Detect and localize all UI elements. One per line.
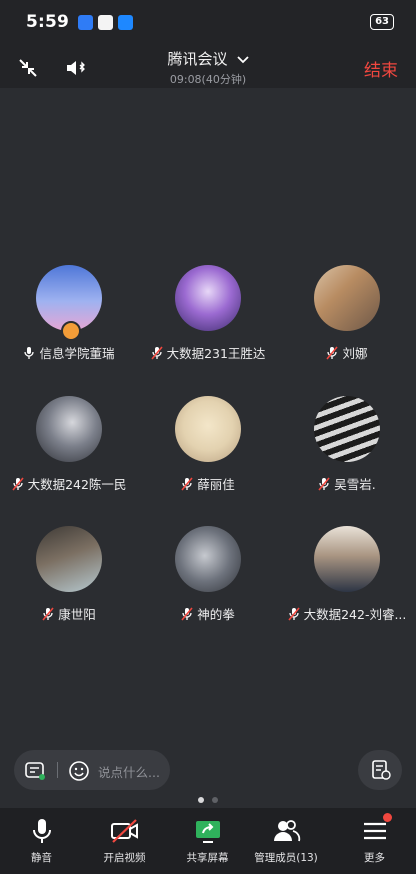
page-dot-active bbox=[198, 797, 204, 803]
participant-name: 刘娜 bbox=[342, 346, 368, 361]
mic-muted-icon bbox=[150, 345, 163, 360]
meeting-title[interactable]: 腾讯会议 bbox=[167, 50, 227, 68]
meeting-title-area[interactable]: 腾讯会议 09:08(40分钟) bbox=[0, 48, 416, 87]
page-indicator bbox=[0, 797, 416, 803]
meeting-header: 腾讯会议 09:08(40分钟) 结束 bbox=[0, 46, 416, 88]
mic-muted-icon bbox=[287, 606, 300, 621]
participant-tile[interactable]: 吴雪岩. bbox=[278, 396, 416, 493]
participant-name-row: 大数据242-刘睿... bbox=[278, 604, 416, 623]
messenger-app-icon bbox=[118, 15, 133, 30]
mic-muted-icon bbox=[181, 606, 193, 621]
chevron-down-icon[interactable] bbox=[236, 55, 249, 65]
chat-input-bar[interactable]: 说点什么... bbox=[14, 750, 170, 790]
participant-name-row: 吴雪岩. bbox=[278, 474, 416, 493]
mic-on-icon bbox=[24, 346, 35, 359]
participant-tile[interactable]: 康世阳 bbox=[0, 526, 138, 623]
meeting-duration: 09:08(40分钟) bbox=[169, 73, 247, 86]
more-label: 更多 bbox=[364, 852, 385, 864]
meeting-notes-button[interactable] bbox=[358, 750, 402, 790]
participant-name-row: 薛丽佳 bbox=[139, 474, 277, 493]
page-dot bbox=[212, 797, 218, 803]
more-button[interactable]: 更多 bbox=[333, 808, 416, 874]
avatar bbox=[314, 396, 380, 462]
avatar bbox=[175, 396, 241, 462]
status-time: 5:59 bbox=[26, 12, 70, 32]
microphone-icon bbox=[32, 819, 51, 843]
tencent-meeting-app-icon bbox=[78, 15, 93, 30]
avatar bbox=[36, 396, 102, 462]
participant-tile[interactable]: 大数据242-刘睿... bbox=[278, 526, 416, 623]
mute-button[interactable]: 静音 bbox=[0, 808, 83, 874]
manage-members-label: 管理成员(13) bbox=[254, 852, 318, 864]
participant-name: 大数据242-刘睿... bbox=[303, 607, 407, 622]
chat-divider bbox=[57, 762, 58, 778]
participant-name: 信息学院董瑞 bbox=[39, 346, 115, 361]
notification-dot bbox=[382, 813, 392, 822]
participant-name: 大数据242陈一民 bbox=[27, 477, 127, 492]
manage-members-button[interactable]: 管理成员(13) bbox=[249, 808, 323, 874]
bottom-toolbar: 静音 开启视频 共享屏幕 管理成员(13) 更多 bbox=[0, 808, 416, 874]
emoji-icon[interactable] bbox=[68, 760, 90, 782]
notes-icon bbox=[372, 760, 391, 780]
chat-list-icon[interactable] bbox=[24, 760, 46, 782]
participant-name: 吴雪岩. bbox=[334, 477, 376, 492]
participant-name-row: 大数据242陈一民 bbox=[0, 474, 138, 493]
mic-muted-icon bbox=[11, 476, 24, 491]
participant-tile[interactable]: 薛丽佳 bbox=[139, 396, 277, 493]
share-screen-button[interactable]: 共享屏幕 bbox=[166, 808, 249, 874]
video-off-icon bbox=[110, 819, 138, 843]
participant-name: 薛丽佳 bbox=[197, 477, 235, 492]
participant-name: 神的拳 bbox=[197, 607, 235, 622]
participant-name-row: 信息学院董瑞 bbox=[0, 343, 138, 362]
participant-name: 康世阳 bbox=[58, 607, 96, 622]
status-app-icons bbox=[78, 15, 133, 30]
start-video-label: 开启视频 bbox=[103, 852, 146, 864]
participant-tile[interactable]: 大数据242陈一民 bbox=[0, 396, 138, 493]
avatar bbox=[36, 526, 102, 592]
qq-app-icon bbox=[98, 15, 113, 30]
mute-label: 静音 bbox=[31, 852, 52, 864]
status-bar: 5:59 63 bbox=[0, 0, 416, 46]
participant-name-row: 大数据231王胜达 bbox=[139, 343, 277, 362]
battery-indicator: 63 bbox=[370, 14, 394, 30]
participant-name-row: 刘娜 bbox=[278, 343, 416, 362]
end-meeting-button[interactable]: 结束 bbox=[364, 56, 398, 81]
avatar bbox=[314, 265, 380, 331]
mic-muted-icon bbox=[181, 476, 193, 491]
menu-icon bbox=[360, 813, 392, 846]
status-system-icons: 63 bbox=[328, 14, 394, 30]
host-badge bbox=[61, 321, 81, 341]
members-icon bbox=[274, 820, 301, 842]
participant-tile[interactable]: 刘娜 bbox=[278, 265, 416, 362]
avatar bbox=[314, 526, 380, 592]
participant-tile[interactable]: 大数据231王胜达 bbox=[139, 265, 277, 362]
mic-muted-icon bbox=[326, 345, 339, 360]
participant-name-row: 神的拳 bbox=[139, 604, 277, 623]
start-video-button[interactable]: 开启视频 bbox=[83, 808, 166, 874]
chat-placeholder[interactable]: 说点什么... bbox=[98, 762, 160, 781]
participant-name-row: 康世阳 bbox=[0, 604, 138, 623]
avatar bbox=[175, 265, 241, 331]
participant-tile[interactable]: 神的拳 bbox=[139, 526, 277, 623]
participant-tile[interactable]: 信息学院董瑞 bbox=[0, 265, 138, 362]
participant-name: 大数据231王胜达 bbox=[166, 346, 266, 361]
share-screen-label: 共享屏幕 bbox=[186, 852, 229, 864]
mic-muted-icon bbox=[318, 476, 330, 491]
avatar bbox=[175, 526, 241, 592]
mic-muted-icon bbox=[42, 606, 54, 621]
share-screen-icon bbox=[195, 821, 220, 843]
